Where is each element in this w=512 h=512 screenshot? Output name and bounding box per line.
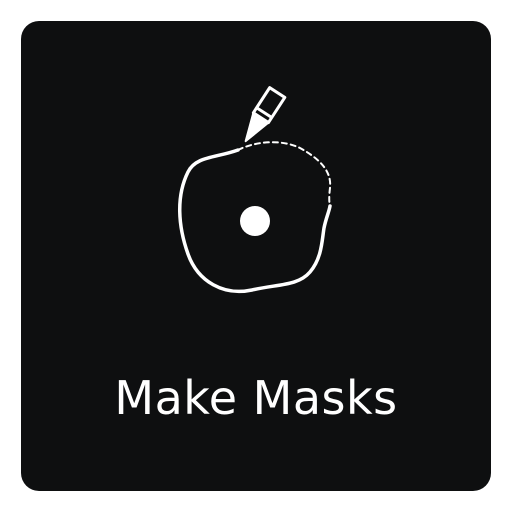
- tile-label: Make Masks: [114, 371, 398, 425]
